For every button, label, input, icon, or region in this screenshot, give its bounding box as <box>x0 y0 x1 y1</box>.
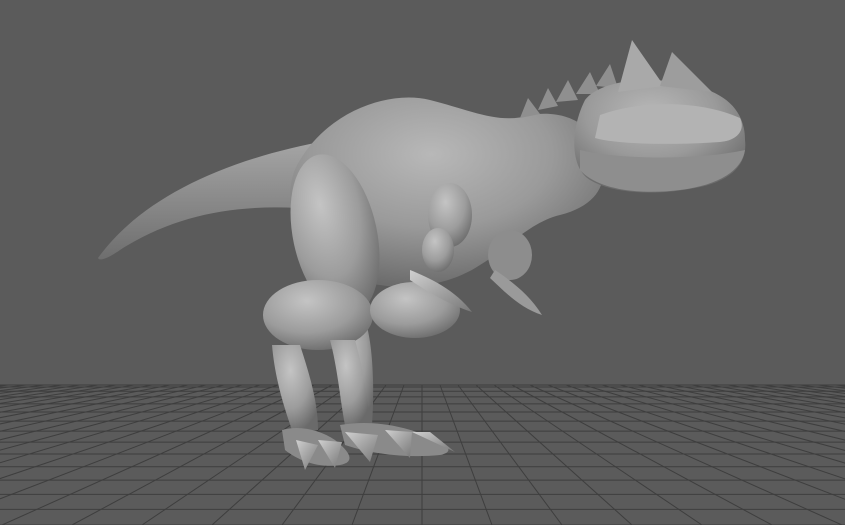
grid-line <box>0 384 189 425</box>
3d-viewport[interactable] <box>0 0 845 525</box>
grid-line <box>817 384 845 389</box>
grid-line <box>0 384 297 500</box>
grid-line <box>0 384 117 404</box>
grid-line <box>727 384 845 405</box>
grid-line <box>0 384 27 389</box>
grid-line <box>583 384 845 464</box>
grid-line <box>529 384 843 525</box>
grid-line <box>0 384 261 464</box>
forearm <box>422 228 454 272</box>
grid-line <box>439 384 493 525</box>
grid-line <box>0 384 207 432</box>
grid-line <box>1 384 315 525</box>
brow-horn <box>618 40 664 92</box>
grid-line <box>475 384 633 525</box>
grid-line <box>457 384 563 525</box>
grid-line <box>0 384 153 413</box>
grid-line <box>547 384 845 500</box>
grid-line <box>637 384 845 432</box>
brow-horn-2 <box>660 52 712 92</box>
grid-line <box>691 384 845 413</box>
viewport-canvas[interactable] <box>0 0 845 525</box>
knee <box>263 280 373 350</box>
grid-line <box>493 384 703 525</box>
